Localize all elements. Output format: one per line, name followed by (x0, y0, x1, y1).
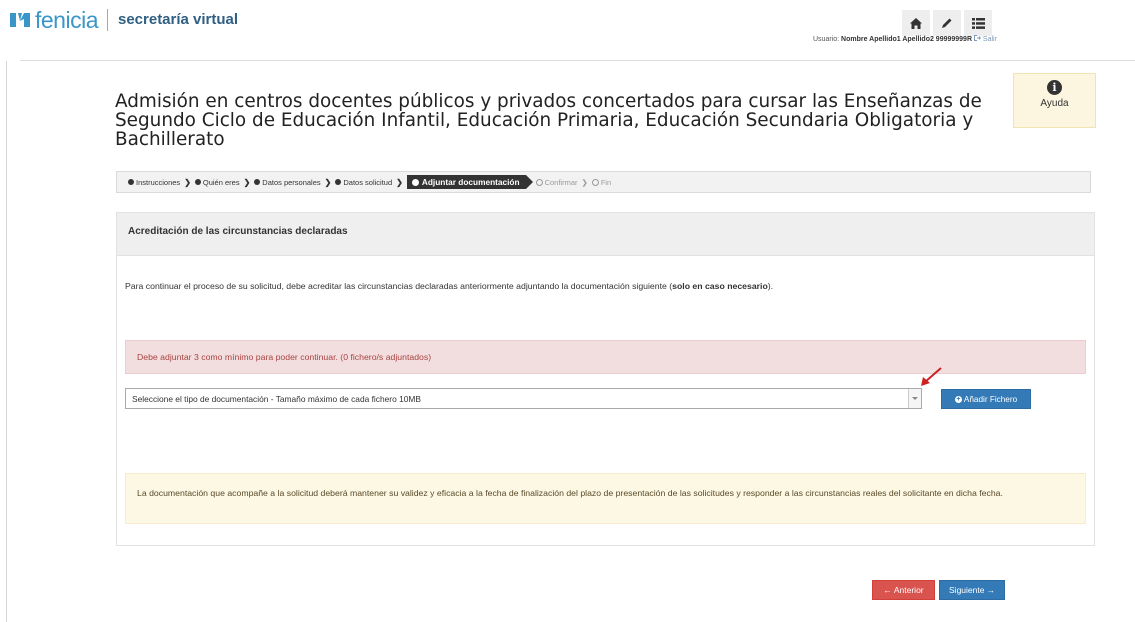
check-circle-icon (335, 179, 342, 185)
list-button[interactable] (964, 10, 992, 36)
chevron-right-icon: ❯ (324, 177, 332, 187)
logout-link[interactable]: Salir (973, 35, 997, 43)
next-label: Siguiente (949, 585, 985, 595)
chevron-right-icon: ❯ (243, 177, 251, 187)
circle-outline-icon (535, 178, 543, 186)
wizard-breadcrumb: Instrucciones ❯ Quién eres ❯ Datos perso… (116, 171, 1091, 193)
intro-emphasis: solo en caso necesario (672, 281, 768, 291)
select-value: Seleccione el tipo de documentación - Ta… (132, 394, 421, 404)
fenicia-logo[interactable]: fenicia secretaría virtual (8, 7, 239, 33)
circle-outline-icon (591, 178, 599, 186)
intro-text: Para continuar el proceso de su solicitu… (125, 281, 773, 291)
check-circle-icon (254, 179, 261, 185)
step-label: Quién eres (202, 177, 240, 187)
step-instrucciones[interactable]: Instrucciones (128, 178, 180, 187)
logout-icon (973, 35, 981, 41)
check-circle-icon (128, 179, 134, 185)
previous-button[interactable]: ← Anterior (872, 580, 935, 600)
previous-label: Anterior (893, 585, 924, 595)
step-fin: Fin (591, 177, 612, 187)
annotation-arrow-icon (921, 367, 942, 386)
document-type-select[interactable]: Seleccione el tipo de documentación - Ta… (125, 388, 922, 409)
validity-warning: La documentación que acompañe a la solic… (125, 473, 1086, 524)
arrow-left-icon: ← (883, 585, 892, 595)
header-nav (902, 10, 995, 36)
brand-name: fenicia (35, 7, 98, 33)
page-title: Admisión en centros docentes públicos y … (115, 91, 982, 150)
step-label: Instrucciones (136, 177, 181, 187)
home-icon (910, 17, 922, 29)
step-label: Fin (600, 177, 612, 187)
add-file-button[interactable]: + Añadir Fichero (941, 389, 1031, 409)
add-file-label: Añadir Fichero (963, 394, 1018, 404)
arrow-right-icon: → (986, 585, 995, 595)
left-border (6, 61, 7, 622)
step-quien-eres[interactable]: Quién eres (194, 177, 240, 187)
home-button[interactable] (902, 10, 930, 36)
step-datos-solicitud[interactable]: Datos solicitud (335, 178, 392, 187)
user-label: Usuario: (813, 36, 840, 43)
help-button[interactable]: i Ayuda (1013, 73, 1096, 128)
top-header: fenicia secretaría virtual Usuario: Nomb… (0, 0, 1135, 62)
pencil-icon (942, 18, 952, 28)
plus-circle-icon: + (954, 395, 962, 403)
chevron-right-icon: ❯ (184, 177, 191, 187)
current-step-icon (411, 178, 419, 186)
step-adjuntar-documentacion: Adjuntar documentación (406, 175, 533, 189)
list-icon (971, 17, 985, 29)
step-confirmar: Confirmar (535, 177, 578, 187)
panel-header: Acreditación de las circunstancias decla… (117, 213, 1094, 256)
step-label: Confirmar (544, 177, 578, 187)
next-button[interactable]: Siguiente → (939, 580, 1005, 600)
user-name: Nombre Apellido1 Apellido2 99999999R (841, 36, 973, 43)
header-divider (20, 60, 1135, 61)
logo-divider (106, 9, 108, 31)
help-label: Ayuda (1040, 98, 1069, 109)
step-label: Datos personales (262, 177, 321, 187)
step-label: Datos solicitud (343, 177, 393, 187)
chevron-right-icon: ❯ (396, 177, 403, 187)
intro-prefix: Para continuar el proceso de su solicitu… (125, 281, 673, 291)
intro-suffix: ). (767, 281, 774, 291)
edit-button[interactable] (933, 10, 961, 36)
fenicia-logo-icon (10, 13, 30, 27)
chevron-right-icon: ❯ (581, 177, 588, 187)
step-label: Adjuntar documentación (421, 177, 520, 187)
panel-title: Acreditación de las circunstancias decla… (128, 226, 348, 237)
info-icon: i (1047, 80, 1062, 95)
check-circle-icon (194, 179, 201, 185)
logout-label: Salir (982, 36, 997, 43)
chevron-down-icon[interactable] (908, 389, 921, 408)
user-info: Usuario: Nombre Apellido1 Apellido2 9999… (813, 35, 997, 43)
app-name: secretaría virtual (117, 11, 239, 28)
step-datos-personales[interactable]: Datos personales (254, 177, 321, 187)
documentation-panel: Acreditación de las circunstancias decla… (116, 212, 1095, 546)
